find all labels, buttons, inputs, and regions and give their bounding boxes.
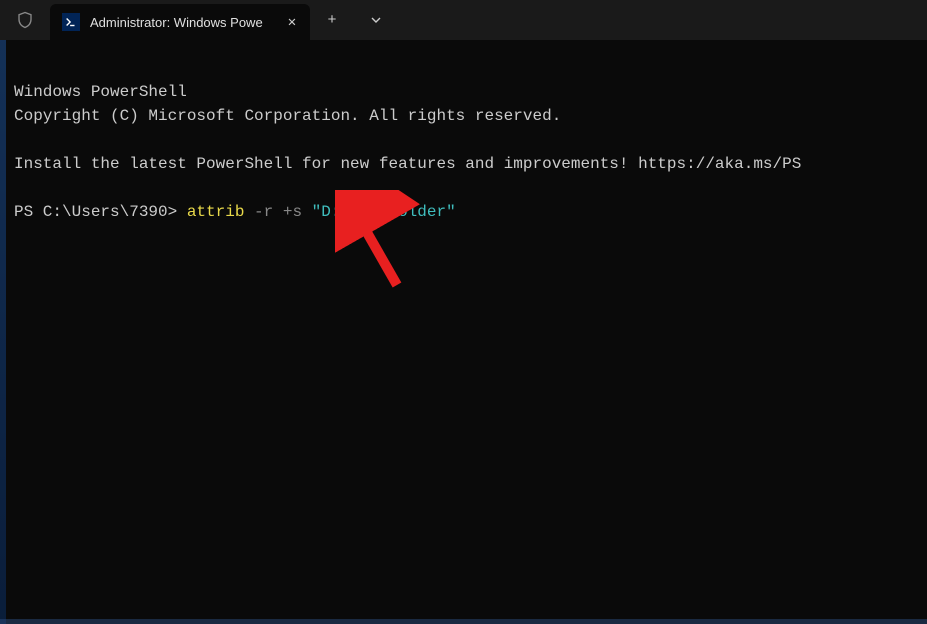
tab-title: Administrator: Windows Powe: [90, 15, 272, 30]
command-name: attrib: [187, 203, 245, 221]
command-line: PS C:\Users\7390> attrib -r +s "D:\New f…: [14, 203, 456, 221]
tab-dropdown-button[interactable]: [354, 0, 398, 40]
terminal-line: Copyright (C) Microsoft Corporation. All…: [14, 107, 561, 125]
shield-icon: [16, 11, 34, 29]
powershell-icon: [62, 13, 80, 31]
bottom-edge: [0, 619, 927, 624]
shield-icon-wrap: [0, 0, 50, 40]
chevron-down-icon: [370, 14, 382, 26]
terminal-line: Install the latest PowerShell for new fe…: [14, 155, 801, 173]
terminal-line: Windows PowerShell: [14, 83, 187, 101]
title-bar: Administrator: Windows Powe ✕ +: [0, 0, 927, 40]
tab-close-button[interactable]: ✕: [282, 12, 302, 32]
terminal-body[interactable]: Windows PowerShell Copyright (C) Microso…: [0, 40, 927, 624]
command-flags: -r +s: [244, 203, 311, 221]
left-edge: [0, 40, 6, 624]
title-actions: +: [310, 0, 398, 40]
tab-powershell[interactable]: Administrator: Windows Powe ✕: [50, 4, 310, 40]
new-tab-button[interactable]: +: [310, 0, 354, 40]
prompt: PS C:\Users\7390>: [14, 203, 187, 221]
command-path: "D:\New folder": [312, 203, 456, 221]
